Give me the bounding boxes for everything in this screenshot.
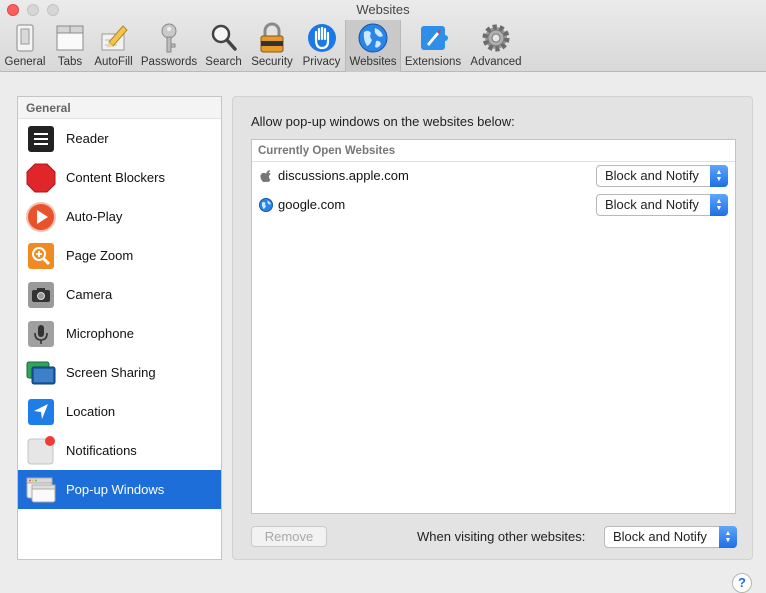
autofill-pencil-icon xyxy=(97,22,131,54)
location-arrow-icon xyxy=(26,397,56,427)
play-icon xyxy=(26,201,56,232)
sidebar-item-label: Microphone xyxy=(66,326,134,341)
toolbar-label: Tabs xyxy=(57,56,83,68)
gear-icon xyxy=(479,22,513,54)
toolbar-label: Advanced xyxy=(470,56,522,68)
sidebar-item-notifications[interactable]: Notifications xyxy=(18,431,221,470)
toolbar-websites[interactable]: Websites xyxy=(345,20,401,72)
popup-arrows-icon: ▲ ▼ xyxy=(710,194,728,216)
sidebar-item-label: Auto-Play xyxy=(66,209,123,224)
toolbar-extensions[interactable]: Extensions xyxy=(403,20,463,72)
sidebar-item-label: Camera xyxy=(66,287,113,302)
toolbar-label: Passwords xyxy=(140,56,198,68)
remove-button[interactable]: Remove xyxy=(251,526,327,547)
toolbar-general[interactable]: General xyxy=(0,20,50,72)
sidebar-item-reader[interactable]: Reader xyxy=(18,119,221,158)
tabs-icon xyxy=(53,22,87,54)
panel-caption: Allow pop-up windows on the websites bel… xyxy=(251,114,515,129)
table-header: Currently Open Websites xyxy=(252,140,735,162)
toolbar-tabs[interactable]: Tabs xyxy=(50,20,90,72)
sidebar-item-label: Pop-up Windows xyxy=(66,482,165,497)
popup-arrows-icon: ▲ ▼ xyxy=(710,165,728,187)
help-button[interactable]: ? xyxy=(732,573,752,593)
padlock-icon xyxy=(255,22,289,54)
toolbar-label: General xyxy=(4,56,46,68)
toolbar-label: Websites xyxy=(349,56,397,68)
table-row[interactable]: google.com Block and Notify ▲ ▼ xyxy=(252,191,735,220)
toolbar-label: AutoFill xyxy=(94,56,133,68)
websites-table: Currently Open Websites discussions.appl… xyxy=(251,139,736,514)
sidebar-item-label: Screen Sharing xyxy=(66,365,156,380)
sidebar-item-label: Page Zoom xyxy=(66,248,134,263)
sidebar: General Reader Content Blockers Auto-Pla… xyxy=(17,96,222,560)
stop-sign-icon xyxy=(26,163,56,193)
popup-windows-icon xyxy=(26,475,56,505)
reader-icon xyxy=(26,124,56,154)
toolbar-search[interactable]: Search xyxy=(201,20,246,72)
popup-arrows-icon: ▲ ▼ xyxy=(719,526,737,548)
window-title: Websites xyxy=(356,2,410,17)
magnifier-icon xyxy=(207,22,241,54)
sidebar-item-location[interactable]: Location xyxy=(18,392,221,431)
other-websites-popup[interactable]: Block and Notify ▲ ▼ xyxy=(604,526,737,548)
key-icon xyxy=(152,22,186,54)
sidebar-item-microphone[interactable]: Microphone xyxy=(18,314,221,353)
site-setting-popup[interactable]: Block and Notify ▲ ▼ xyxy=(596,194,728,216)
toolbar-security[interactable]: Security xyxy=(247,20,297,72)
popup-value: Block and Notify xyxy=(613,529,707,544)
toolbar-label: Security xyxy=(251,56,293,68)
toolbar-autofill[interactable]: AutoFill xyxy=(90,20,137,72)
site-setting-popup[interactable]: Block and Notify ▲ ▼ xyxy=(596,165,728,187)
site-name: discussions.apple.com xyxy=(278,168,409,183)
notifications-icon xyxy=(26,435,56,466)
sidebar-item-content-blockers[interactable]: Content Blockers xyxy=(18,158,221,197)
sidebar-item-screen-sharing[interactable]: Screen Sharing xyxy=(18,353,221,392)
sidebar-item-page-zoom[interactable]: Page Zoom xyxy=(18,236,221,275)
globe-icon xyxy=(356,22,390,54)
globe-icon xyxy=(259,198,273,212)
camera-icon xyxy=(26,280,56,310)
sidebar-item-camera[interactable]: Camera xyxy=(18,275,221,314)
popup-value: Block and Notify xyxy=(605,168,699,183)
extensions-icon xyxy=(416,22,450,54)
popup-value: Block and Notify xyxy=(605,197,699,212)
microphone-icon xyxy=(26,319,56,349)
apple-logo-icon xyxy=(259,169,273,183)
hand-icon xyxy=(305,22,339,54)
sidebar-item-label: Reader xyxy=(66,131,109,146)
toolbar-label: Privacy xyxy=(302,56,341,68)
sidebar-item-label: Content Blockers xyxy=(66,170,165,185)
site-name: google.com xyxy=(278,197,346,212)
sidebar-header: General xyxy=(18,97,221,119)
sidebar-item-label: Location xyxy=(66,404,116,419)
title-bar: Websites General Tabs AutoFill Passwords… xyxy=(0,0,766,72)
toolbar-privacy[interactable]: Privacy xyxy=(298,20,345,72)
sidebar-item-auto-play[interactable]: Auto-Play xyxy=(18,197,221,236)
sidebar-item-pop-up-windows[interactable]: Pop-up Windows xyxy=(18,470,221,509)
toolbar-advanced[interactable]: Advanced xyxy=(468,20,524,72)
table-row[interactable]: discussions.apple.com Block and Notify ▲… xyxy=(252,162,735,191)
settings-panel: Allow pop-up windows on the websites bel… xyxy=(232,96,753,560)
toolbar-label: Extensions xyxy=(404,56,462,68)
toolbar-passwords[interactable]: Passwords xyxy=(139,20,199,72)
screen-sharing-icon xyxy=(26,358,56,388)
other-websites-label: When visiting other websites: xyxy=(417,529,586,544)
toolbar-label: Search xyxy=(205,56,242,68)
sidebar-item-label: Notifications xyxy=(66,443,137,458)
general-switch-icon xyxy=(8,22,42,54)
zoom-icon xyxy=(26,241,56,271)
